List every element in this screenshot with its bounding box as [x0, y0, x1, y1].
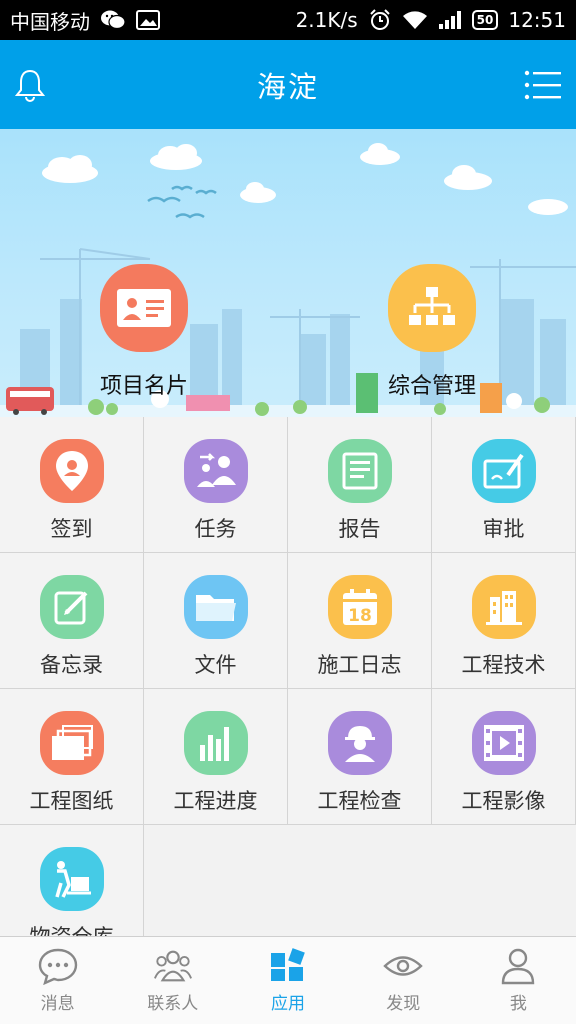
quick-action-label: 综合管理 — [388, 374, 477, 399]
app-engineering-progress[interactable]: 工程进度 — [144, 689, 288, 825]
network-speed: 2.1K/s — [295, 8, 358, 32]
app-label: 审批 — [482, 517, 525, 541]
nav-label: 发现 — [386, 994, 421, 1014]
wechat-icon — [100, 9, 126, 31]
wifi-icon — [402, 10, 428, 30]
app-engineering-inspection[interactable]: 工程检查 — [288, 689, 432, 825]
bell-icon[interactable] — [14, 68, 46, 102]
city-skyline-illustration — [0, 143, 576, 418]
drawings-stack-icon — [39, 711, 104, 775]
nav-apps[interactable]: 应用 — [230, 937, 345, 1024]
report-document-icon — [327, 439, 392, 503]
nav-me[interactable]: 我 — [461, 937, 576, 1024]
app-label: 报告 — [338, 517, 381, 541]
bottom-nav: 消息 联系人 应用 发现 我 — [0, 936, 576, 1024]
chat-bubble-icon — [38, 947, 78, 985]
org-chart-icon — [388, 264, 476, 352]
app-label: 工程技术 — [461, 653, 546, 677]
app-grid: 签到 任务 报告 审批 备忘录 文件 18 施工日志 工程技术 工程图纸 工程进… — [0, 417, 576, 961]
menu-list-icon[interactable] — [524, 68, 562, 102]
svg-text:18: 18 — [348, 606, 372, 626]
location-pin-icon — [39, 439, 104, 503]
signal-icon — [438, 10, 462, 30]
task-people-icon — [183, 439, 248, 503]
nav-contacts[interactable]: 联系人 — [115, 937, 230, 1024]
app-engineering-media[interactable]: 工程影像 — [432, 689, 576, 825]
app-engineering-drawings[interactable]: 工程图纸 — [0, 689, 144, 825]
alarm-icon — [368, 8, 392, 32]
approval-sign-icon — [471, 439, 536, 503]
nav-label: 联系人 — [147, 994, 199, 1014]
banner: 项目名片 综合管理 — [0, 129, 576, 418]
carrier-label: 中国移动 — [10, 9, 90, 34]
app-label: 备忘录 — [40, 653, 103, 677]
app-approval[interactable]: 审批 — [432, 417, 576, 553]
business-card-icon — [100, 264, 188, 352]
warehouse-cart-icon — [39, 847, 104, 911]
app-label: 签到 — [50, 517, 93, 541]
apps-icon — [268, 947, 308, 985]
quick-action-label: 项目名片 — [100, 374, 189, 399]
app-label: 任务 — [194, 517, 237, 541]
page-title: 海淀 — [256, 69, 319, 104]
app-memo[interactable]: 备忘录 — [0, 553, 144, 689]
clock: 12:51 — [508, 8, 566, 32]
memo-edit-icon — [39, 575, 104, 639]
person-icon — [498, 947, 538, 985]
battery-icon: 50 — [471, 10, 499, 30]
nav-label: 消息 — [40, 994, 75, 1014]
quick-action-general-management[interactable]: 综合管理 — [388, 264, 476, 400]
inspector-icon — [327, 711, 392, 775]
folder-icon — [183, 575, 248, 639]
app-sign-in[interactable]: 签到 — [0, 417, 144, 553]
title-bar: 海淀 — [0, 40, 576, 129]
app-label: 工程图纸 — [29, 789, 114, 813]
nav-messages[interactable]: 消息 — [0, 937, 115, 1024]
nav-discover[interactable]: 发现 — [346, 937, 461, 1024]
video-film-icon — [471, 711, 536, 775]
app-construction-log[interactable]: 18 施工日志 — [288, 553, 432, 689]
building-icon — [471, 575, 536, 639]
contacts-icon — [153, 947, 193, 985]
app-files[interactable]: 文件 — [144, 553, 288, 689]
nav-label: 应用 — [271, 994, 305, 1014]
app-label: 施工日志 — [317, 653, 402, 677]
app-label: 工程进度 — [173, 789, 258, 813]
app-task[interactable]: 任务 — [144, 417, 288, 553]
calendar-icon: 18 — [327, 575, 392, 639]
quick-action-project-card[interactable]: 项目名片 — [100, 264, 188, 400]
app-engineering-tech[interactable]: 工程技术 — [432, 553, 576, 689]
nav-label: 我 — [509, 994, 527, 1014]
app-label: 工程影像 — [461, 789, 546, 813]
progress-bars-icon — [183, 711, 248, 775]
app-report[interactable]: 报告 — [288, 417, 432, 553]
app-label: 文件 — [194, 653, 237, 677]
app-label: 工程检查 — [317, 789, 402, 813]
status-bar: 中国移动 2.1K/s 50 12:51 — [0, 0, 576, 40]
image-icon — [136, 10, 160, 30]
eye-icon — [383, 947, 423, 985]
